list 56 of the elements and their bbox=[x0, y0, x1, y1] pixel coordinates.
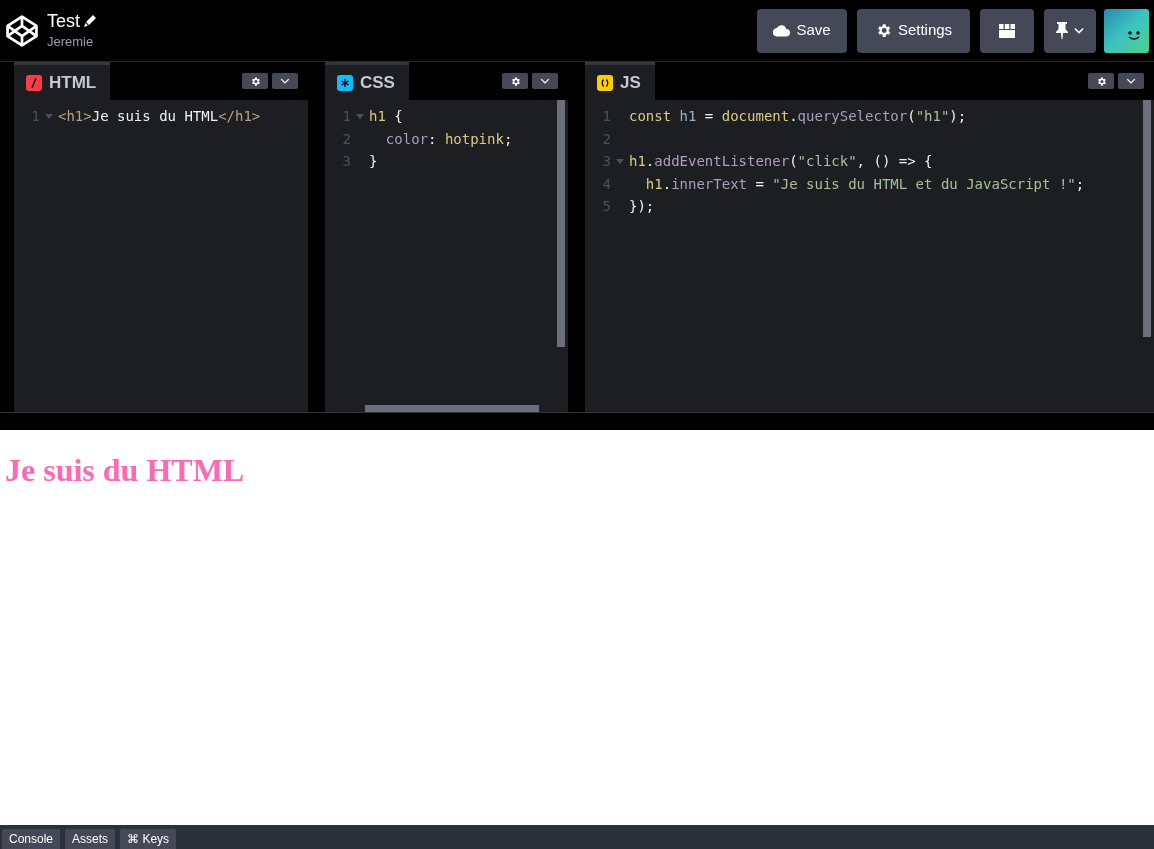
pin-icon bbox=[1056, 22, 1068, 39]
code-line: const h1 = document.querySelector("h1"); bbox=[629, 107, 967, 126]
line-number: 4 bbox=[601, 174, 611, 194]
layout-button[interactable] bbox=[980, 8, 1034, 53]
settings-icon bbox=[1095, 75, 1107, 87]
line-number: 3 bbox=[601, 152, 611, 171]
project-title[interactable]: Test bbox=[47, 9, 80, 32]
smiley-face-icon bbox=[1125, 30, 1142, 41]
horizontal-scrollbar[interactable] bbox=[365, 405, 539, 412]
cube-logo-icon[interactable] bbox=[5, 13, 39, 48]
settings-icon bbox=[509, 75, 521, 87]
line-number: 2 bbox=[341, 129, 351, 149]
line-number: 1 bbox=[30, 107, 40, 126]
fold-caret-icon[interactable] bbox=[356, 113, 364, 119]
editor-options-button[interactable] bbox=[272, 73, 298, 89]
footer-button[interactable]: Console bbox=[2, 829, 61, 849]
chevron-down-icon bbox=[1074, 27, 1084, 34]
layout-icon bbox=[999, 23, 1015, 38]
code-line: h1 { bbox=[369, 107, 403, 126]
chevron-down-icon bbox=[1126, 78, 1136, 84]
editor-tab[interactable]: JS bbox=[585, 62, 655, 100]
code-line: h1.innerText = "Je suis du HTML et du JavaScript !"; bbox=[644, 174, 1085, 194]
footer-button[interactable]: Assets bbox=[65, 829, 116, 849]
pin-menu-button[interactable] bbox=[1044, 8, 1096, 53]
editor-options-button[interactable] bbox=[532, 73, 558, 89]
cloud-icon bbox=[773, 24, 791, 37]
code-line: } bbox=[369, 152, 378, 171]
editor-options-button[interactable] bbox=[1118, 73, 1144, 89]
editor-tab[interactable]: HTML bbox=[14, 62, 111, 100]
author-name[interactable]: Jeremie bbox=[47, 31, 96, 52]
avatar-image[interactable] bbox=[1104, 8, 1149, 53]
code-line: color: hotpink; bbox=[384, 129, 513, 149]
settings-button[interactable]: Settings bbox=[857, 8, 970, 53]
code-line: <h1>Je suis du HTML</h1> bbox=[58, 107, 261, 126]
line-number: 3 bbox=[341, 152, 351, 171]
fold-caret-icon[interactable] bbox=[45, 113, 53, 119]
footer-button[interactable]: ⌘ Keys bbox=[120, 829, 177, 849]
code-line: }); bbox=[629, 197, 655, 216]
code-line: h1.addEventListener("click", () => { bbox=[629, 152, 933, 171]
line-number: 5 bbox=[601, 197, 611, 216]
chevron-down-icon bbox=[280, 78, 290, 84]
line-number: 1 bbox=[601, 107, 611, 126]
editor-settings-button[interactable] bbox=[242, 73, 268, 89]
vertical-scrollbar[interactable] bbox=[1143, 100, 1151, 337]
chevron-down-icon bbox=[540, 78, 550, 84]
line-number: 2 bbox=[601, 129, 611, 149]
line-number: 1 bbox=[341, 107, 351, 126]
editor-tab[interactable]: CSS bbox=[325, 62, 409, 100]
preview-heading: Je suis du HTML bbox=[5, 452, 246, 488]
fold-caret-icon[interactable] bbox=[616, 158, 624, 164]
save-button[interactable]: Save bbox=[757, 8, 847, 53]
editor-settings-button[interactable] bbox=[1088, 73, 1114, 89]
settings-icon bbox=[249, 75, 261, 87]
pencil-icon[interactable] bbox=[84, 14, 96, 27]
vertical-scrollbar[interactable] bbox=[557, 100, 565, 347]
editor-settings-button[interactable] bbox=[502, 73, 528, 89]
